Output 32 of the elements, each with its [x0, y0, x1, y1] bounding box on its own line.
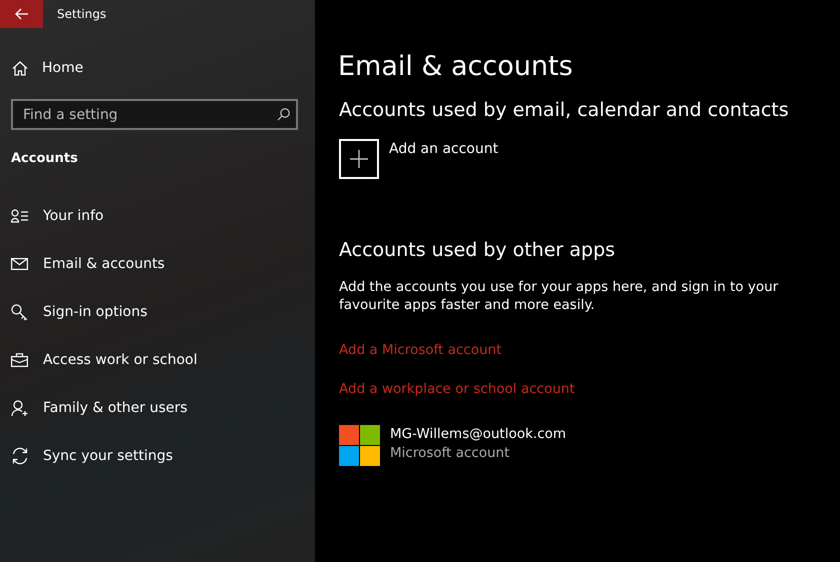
back-button[interactable] [0, 0, 43, 28]
nav-item[interactable]: Family & other users [0, 384, 315, 432]
house-icon [12, 60, 28, 76]
nav-item[interactable]: Your info [0, 192, 315, 240]
section-heading: Accounts used by email, calendar and contacts [339, 98, 790, 123]
key-icon [11, 304, 28, 320]
account-type: Microsoft account [390, 444, 511, 463]
nav-item[interactable]: Sign-in options [0, 288, 315, 336]
add-account-button[interactable] [339, 139, 379, 179]
section-heading: Accounts used by other apps [339, 238, 616, 263]
search-field[interactable]: Find a setting [11, 99, 298, 130]
back-arrow-icon [14, 8, 28, 20]
mail-icon [11, 258, 28, 270]
add-account-link[interactable]: Add a Microsoft account [339, 342, 502, 358]
page-title: Email & accounts [338, 50, 574, 84]
nav-item[interactable]: Sync your settings [0, 432, 315, 480]
add-account-link[interactable]: Add a workplace or school account [339, 381, 575, 397]
search-icon [277, 108, 290, 121]
home-nav-item[interactable]: Home [12, 54, 315, 82]
briefcase-icon [11, 353, 28, 367]
description-text: Add the accounts you use for your apps here, and sign in to your favourite apps faster and more easily. [339, 278, 779, 314]
person-add-icon [11, 400, 29, 416]
windows-logo-icon [339, 425, 380, 466]
add-account-link[interactable]: Add an account [389, 141, 498, 157]
window-title: Settings [57, 7, 106, 21]
sync-icon [11, 447, 29, 465]
section-heading: Accounts [11, 151, 79, 166]
nav-item[interactable]: Email & accounts [0, 240, 315, 288]
plus-icon [350, 150, 368, 168]
person-list-icon [11, 209, 29, 223]
account-email[interactable]: MG-Willems@outlook.com [390, 425, 566, 444]
nav-item[interactable]: Access work or school [0, 336, 315, 384]
